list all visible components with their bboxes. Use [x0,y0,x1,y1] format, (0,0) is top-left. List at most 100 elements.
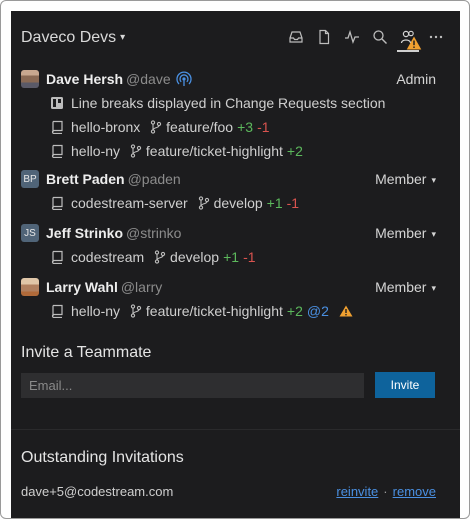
search-icon [373,30,387,44]
mention-count[interactable]: @2 [307,303,329,319]
chevron-down-icon: ▾ [431,175,436,185]
invited-email: dave+5@codestream.com [21,484,174,499]
reinvite-link[interactable]: reinvite [336,484,378,499]
role-label: Admin [396,71,436,87]
team-button[interactable] [394,25,422,52]
repo-name: hello-ny [71,143,121,159]
file-button[interactable] [310,25,338,49]
repo-icon [51,120,63,134]
more-button[interactable] [422,25,450,49]
branch-icon [130,144,142,161]
invitation-actions: reinvite · remove [336,484,436,499]
search-button[interactable] [366,25,394,49]
member-jeff-strinko: JS Jeff Strinko @strinko Member ▾ codestre… [11,221,460,269]
avatar: JS [21,224,39,242]
invite-button[interactable]: Invite [375,372,435,398]
branch-name: develop [170,249,220,265]
repo-name: hello-bronx [71,119,141,135]
branch-name: feature/ticket-highlight [145,303,283,319]
role-dropdown[interactable]: Member ▾ [375,171,436,187]
branch-name: feature/ticket-highlight [145,143,283,159]
window-frame: Daveco Devs ▾ Dave Hersh @dave Admin Lin… [0,0,470,519]
role-dropdown[interactable]: Member ▾ [375,225,436,241]
lines-added: +1 [266,195,283,211]
avatar [21,278,39,296]
member-handle: @strinko [126,225,182,241]
chevron-down-icon: ▾ [431,229,436,239]
more-icon [429,35,443,39]
member-header: JS Jeff Strinko @strinko Member ▾ [11,221,460,245]
role-label: Member [375,225,427,241]
member-name-line: Dave Hersh @dave [46,71,192,90]
broadcast-icon [176,71,192,90]
repo-row: hello-ny feature/ticket-highlight +2 @2 [11,299,460,323]
repo-row: hello-bronx feature/foo +3 -1 [11,115,460,139]
separator: · [383,484,388,499]
avatar [21,70,39,88]
member-header: BP Brett Paden @paden Member ▾ [11,167,460,191]
email-field[interactable] [21,373,364,398]
chevron-down-icon: ▾ [431,283,436,293]
member-dave-hersh: Dave Hersh @dave Admin Line breaks displa… [11,67,460,163]
file-icon [319,29,330,45]
member-header: Larry Wahl @larry Member ▾ [11,275,460,299]
branch-name: develop [213,195,263,211]
repo-name: codestream-server [71,195,188,211]
member-name: Larry Wahl [46,279,118,295]
member-name: Jeff Strinko [46,225,124,241]
lines-added: +3 [237,119,254,135]
team-panel: Daveco Devs ▾ Dave Hersh @dave Admin Lin… [11,11,460,518]
member-role: Admin [396,71,436,87]
repo-icon [51,196,63,210]
review-icon [51,97,63,109]
warning-icon [406,36,422,50]
activity-button[interactable] [338,25,366,49]
chevron-down-icon: ▾ [120,32,126,43]
repo-line: hello-ny feature/ticket-highlight +2 [71,143,303,161]
repo-row: codestream develop +1 -1 [11,245,460,269]
branch-icon [150,120,162,137]
branch-icon [154,250,166,267]
member-name-line: Larry Wahl @larry [46,279,162,295]
member-brett-paden: BP Brett Paden @paden Member ▾ codestream-… [11,167,460,215]
branch-icon [130,304,142,321]
repo-line: hello-ny feature/ticket-highlight +2 @2 [71,303,353,321]
role-dropdown[interactable]: Member ▾ [375,279,436,295]
repo-name: codestream [71,249,145,265]
member-larry-wahl: Larry Wahl @larry Member ▾ hello-ny featur… [11,275,460,323]
invite-title: Invite a Teammate [21,344,152,361]
panel-header: Daveco Devs ▾ [11,11,460,63]
repo-line: hello-bronx feature/foo +3 -1 [71,119,270,137]
repo-icon [51,304,63,318]
avatar: BP [21,170,39,188]
review-row[interactable]: Line breaks displayed in Change Requests… [11,91,460,115]
repo-icon [51,144,63,158]
inbox-button[interactable] [282,25,310,49]
role-label: Member [375,279,427,295]
lines-added: +1 [223,249,240,265]
branch-icon [198,196,210,213]
remove-link[interactable]: remove [393,484,436,499]
member-handle: @dave [126,71,171,87]
member-name-line: Brett Paden @paden [46,171,181,187]
lines-deleted: -1 [257,119,270,135]
repo-row: hello-ny feature/ticket-highlight +2 [11,139,460,163]
lines-deleted: -1 [286,195,300,211]
activity-icon [345,29,359,44]
lines-added: +2 [286,143,303,159]
member-name: Dave Hersh [46,71,124,87]
repo-icon [51,250,63,264]
active-tab-indicator [397,50,419,52]
team-selector[interactable]: Daveco Devs ▾ [21,29,125,47]
toolbar [282,25,450,52]
repo-row: codestream-server develop +1 -1 [11,191,460,215]
member-header: Dave Hersh @dave Admin [11,67,460,91]
lines-added: +2 [286,303,303,319]
role-label: Member [375,171,427,187]
repo-line: codestream-server develop +1 -1 [71,195,299,213]
member-handle: @paden [127,171,181,187]
warning-icon [339,305,353,317]
member-name: Brett Paden [46,171,125,187]
repo-name: hello-ny [71,303,121,319]
member-handle: @larry [120,279,163,295]
